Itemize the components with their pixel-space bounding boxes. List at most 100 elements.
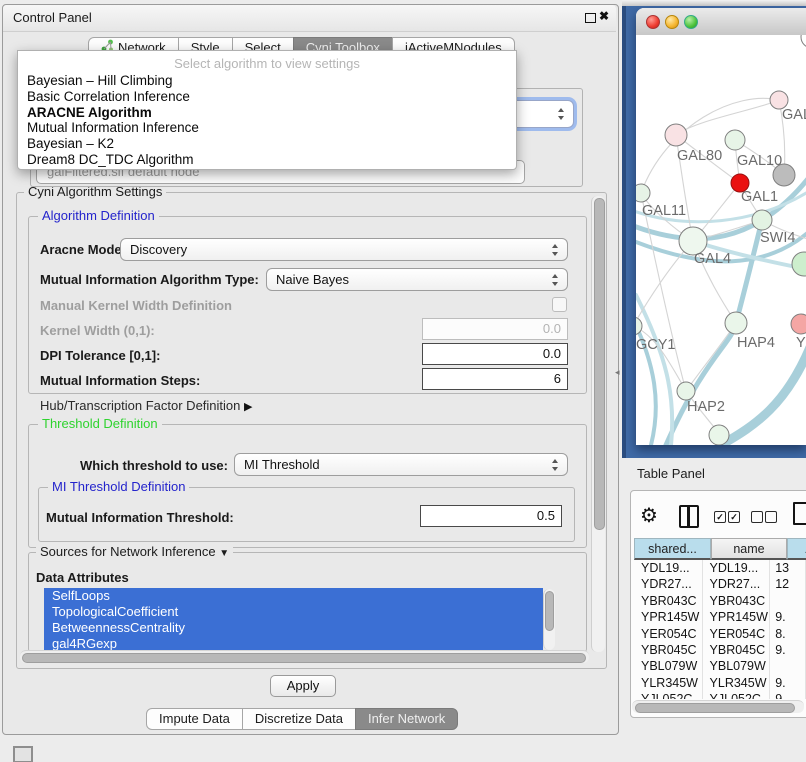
close-icon[interactable]: ✖ [599, 9, 609, 23]
minimize-traffic-light[interactable] [665, 15, 679, 29]
split-columns-icon[interactable] [679, 505, 699, 528]
table-cell: YDL19... [634, 560, 703, 576]
control-panel-titlebar[interactable] [3, 5, 616, 32]
network-node-label: Y [796, 335, 806, 351]
network-node-label: GAL10 [737, 153, 782, 169]
popup-item[interactable]: Bayesian – Hill Climbing [18, 73, 516, 89]
settings-horizontal-scrollbar[interactable] [20, 650, 589, 663]
hub-section-label: Hub/Transcription Factor Definition [40, 398, 240, 413]
table-cell: YBR045C [703, 642, 771, 658]
settings-vertical-scrollbar[interactable] [591, 196, 605, 652]
table-horizontal-scrollbar[interactable] [632, 700, 804, 713]
kernel-width-field: 0.0 [422, 318, 568, 340]
network-node[interactable] [791, 314, 806, 334]
dpi-tolerance-field[interactable]: 0.0 [422, 343, 568, 365]
network-node-label: HAP2 [687, 399, 725, 415]
float-window-icon[interactable] [585, 13, 596, 23]
minimized-panel-icon[interactable] [13, 746, 33, 762]
table-row[interactable]: YLR345WYLR345W9. [634, 675, 806, 691]
attribute-item[interactable]: SelfLoops [44, 588, 543, 604]
tab-impute-data[interactable]: Impute Data [146, 708, 243, 730]
which-threshold-label: Which threshold to use: [40, 458, 228, 473]
unchecked-checkbox-icon[interactable] [765, 511, 777, 523]
popup-item[interactable]: Bayesian – K2 [18, 136, 516, 152]
network-node[interactable] [709, 425, 729, 445]
tab-label: Infer Network [368, 709, 445, 729]
zoom-traffic-light[interactable] [684, 15, 698, 29]
apply-button[interactable]: Apply [270, 675, 336, 697]
column-header-shared-name[interactable]: shared... [634, 538, 711, 560]
column-header-partial[interactable]: A [787, 538, 806, 560]
network-node[interactable] [677, 382, 695, 400]
aracne-mode-combo[interactable]: Discovery [120, 238, 568, 261]
network-node[interactable] [792, 252, 806, 276]
network-canvas[interactable]: GALGAL80GAL10GAL1GAL11SWI4GAL4GCY1HAP4YH… [636, 35, 806, 445]
checked-checkbox-icon[interactable]: ✓ [728, 511, 740, 523]
which-threshold-combo[interactable]: MI Threshold [234, 453, 568, 476]
mi-threshold-field[interactable]: 0.5 [420, 505, 562, 527]
attribute-item[interactable]: TopologicalCoefficient [44, 604, 543, 620]
network-node-label: SWI4 [760, 230, 795, 246]
attribute-item[interactable]: BetweennessCentrality [44, 620, 543, 636]
kernel-width-label: Kernel Width (0,1): [40, 323, 155, 338]
network-node[interactable] [725, 312, 747, 334]
attribute-item[interactable]: gal4RGexp [44, 636, 543, 650]
mi-steps-field[interactable]: 6 [422, 368, 568, 390]
manual-kernel-label: Manual Kernel Width Definition [40, 298, 232, 313]
table-cell: YJL052C [634, 691, 703, 699]
sources-title[interactable]: Sources for Network Inference ▼ [36, 545, 233, 561]
gear-icon[interactable]: ⚙ [640, 503, 658, 528]
network-node[interactable] [665, 124, 687, 146]
mi-threshold-group-title: MI Threshold Definition [48, 480, 189, 494]
scrollbar-thumb[interactable] [22, 653, 586, 663]
table-cell: 9. [770, 609, 806, 625]
window-title: Control Panel [13, 10, 92, 25]
data-attributes-label: Data Attributes [36, 570, 129, 585]
popup-item[interactable]: Mutual Information Inference [18, 120, 516, 136]
attributes-list-scrollbar[interactable] [543, 589, 555, 650]
table-row[interactable]: YER054CYER054C8. [634, 626, 806, 642]
network-window-titlebar[interactable] [636, 8, 806, 36]
panel-divider-collapse-arrow[interactable]: ◂ [615, 367, 620, 378]
table-row[interactable]: YBR045CYBR045C9. [634, 642, 806, 658]
table-row[interactable]: YDL19...YDL19...13 [634, 560, 806, 576]
which-threshold-value: MI Threshold [244, 457, 320, 472]
column-header-name[interactable]: name [711, 538, 787, 560]
tab-label: Discretize Data [255, 709, 343, 729]
scrollbar-thumb[interactable] [635, 703, 795, 713]
tab-discretize-data[interactable]: Discretize Data [242, 708, 356, 730]
network-node[interactable] [752, 210, 772, 230]
mi-type-label: Mutual Information Algorithm Type: [40, 272, 259, 287]
network-node[interactable] [636, 184, 650, 202]
popup-item-highlighted[interactable]: ARACNE Algorithm [18, 105, 516, 121]
popup-item[interactable]: Basic Correlation Inference [18, 89, 516, 105]
network-node-label: GAL80 [677, 148, 722, 164]
table-row[interactable]: YJL052CYJL052C9 [634, 691, 806, 699]
network-node[interactable] [725, 130, 745, 150]
close-traffic-light[interactable] [646, 15, 660, 29]
unchecked-checkbox-icon[interactable] [751, 511, 763, 523]
table-cell [770, 658, 806, 674]
network-node[interactable] [801, 35, 806, 48]
popup-item[interactable]: Dream8 DC_TDC Algorithm [18, 152, 516, 168]
table-row[interactable]: YBL079WYBL079W [634, 658, 806, 674]
table-cell: YLR345W [703, 675, 771, 691]
table-row[interactable]: YDR27...YDR27...12 [634, 576, 806, 592]
table-cell: YPR145W [703, 609, 771, 625]
dpi-tolerance-label: DPI Tolerance [0,1]: [40, 348, 160, 363]
document-icon[interactable] [793, 502, 806, 525]
aracne-mode-label: Aracne Mode: [40, 242, 126, 257]
checked-checkbox-icon[interactable]: ✓ [714, 511, 726, 523]
expand-arrow-icon: ▶ [244, 400, 252, 413]
mi-type-combo[interactable]: Naive Bayes [266, 268, 568, 291]
table-panel-title: Table Panel [637, 466, 705, 481]
table-cell: YER054C [703, 626, 771, 642]
table-cell: YBL079W [634, 658, 703, 674]
scrollbar-thumb[interactable] [545, 591, 554, 631]
scrollbar-thumb[interactable] [594, 198, 605, 530]
tab-infer-network[interactable]: Infer Network [355, 708, 458, 730]
table-cell: YPR145W [634, 609, 703, 625]
hub-section-toggle[interactable]: Hub/Transcription Factor Definition ▶ [40, 398, 252, 413]
table-row[interactable]: YBR043CYBR043C [634, 593, 806, 609]
table-row[interactable]: YPR145WYPR145W9. [634, 609, 806, 625]
